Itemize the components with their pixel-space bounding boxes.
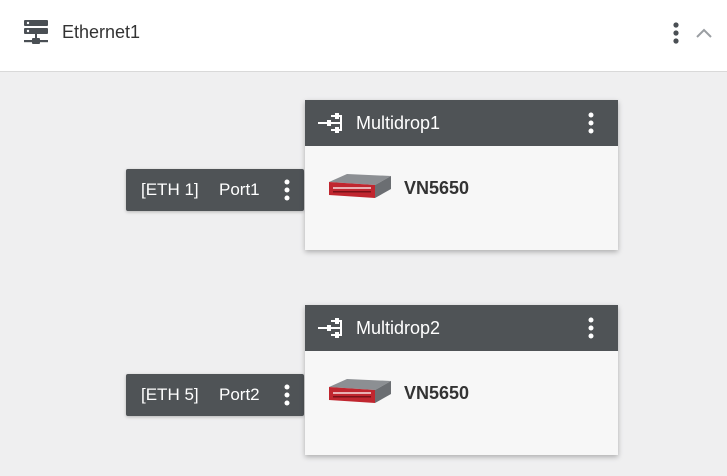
network-device-icon	[329, 174, 391, 198]
port-eth1[interactable]: [ETH 1] Port1	[126, 169, 304, 211]
multidrop-title: Multidrop2	[356, 318, 441, 338]
topology-canvas: [ETH 1] Port1 Multidrop1 VN5650 [ETH 5] …	[0, 72, 727, 476]
port-eth5[interactable]: [ETH 5] Port2	[126, 374, 304, 416]
network-device-icon	[329, 379, 391, 403]
device-name: VN5650	[404, 383, 470, 403]
more-vertical-icon[interactable]	[581, 315, 601, 341]
panel-title: Ethernet1	[62, 22, 141, 42]
more-vertical-icon[interactable]	[277, 177, 297, 203]
port-name: Port2	[219, 385, 260, 404]
multidrop-card-1[interactable]: Multidrop1 VN5650	[305, 100, 618, 250]
panel-header: Ethernet1	[0, 0, 727, 72]
port-name: Port1	[219, 180, 260, 199]
device-name: VN5650	[404, 178, 470, 198]
chevron-up-icon[interactable]	[693, 22, 715, 44]
port-tag: [ETH 5]	[141, 385, 199, 404]
multidrop-icon	[318, 318, 342, 338]
multidrop-header: Multidrop1	[305, 100, 618, 146]
port-tag: [ETH 1]	[141, 180, 199, 199]
more-vertical-icon[interactable]	[666, 20, 686, 46]
multidrop-card-2[interactable]: Multidrop2 VN5650	[305, 305, 618, 455]
multidrop-title: Multidrop1	[356, 113, 441, 133]
multidrop-icon	[318, 113, 342, 133]
server-network-icon	[24, 20, 48, 44]
more-vertical-icon[interactable]	[277, 382, 297, 408]
more-vertical-icon[interactable]	[581, 110, 601, 136]
multidrop-header: Multidrop2	[305, 305, 618, 351]
